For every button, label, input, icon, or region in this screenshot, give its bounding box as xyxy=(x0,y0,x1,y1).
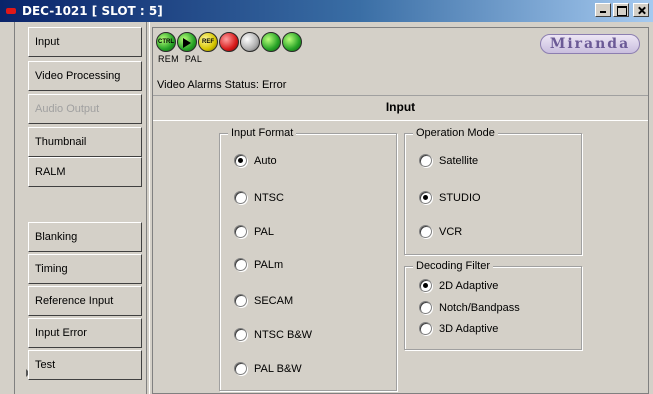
ctrl-label: CTRL xyxy=(158,39,174,45)
radio-button[interactable] xyxy=(419,301,432,314)
return-arrow-icon[interactable] xyxy=(261,32,281,52)
radio-input-format-pal-bw[interactable]: PAL B&W xyxy=(234,362,302,375)
sidebar-item-blanking[interactable]: Blanking xyxy=(28,222,142,252)
sidebar-item-audio-output: Audio Output xyxy=(28,94,142,124)
radio-label: Notch/Bandpass xyxy=(439,301,520,314)
sidebar-item-label: Audio Output xyxy=(35,103,100,115)
radio-label: 2D Adaptive xyxy=(439,279,499,292)
close-button[interactable] xyxy=(633,3,649,17)
title-bar[interactable]: DEC-1021 [ SLOT : 5] xyxy=(0,0,653,22)
operation-mode-group: Operation Mode Satellite STUDIO VCR xyxy=(404,127,582,255)
sidebar-item-input[interactable]: Input xyxy=(28,27,142,57)
radio-input-format-ntsc[interactable]: NTSC xyxy=(234,191,284,204)
radio-label: Satellite xyxy=(439,154,479,167)
sidebar-item-timing[interactable]: Timing xyxy=(28,254,142,284)
sidebar-item-test[interactable]: Test xyxy=(28,350,142,380)
minimize-button[interactable] xyxy=(595,3,611,17)
radio-button-checked[interactable] xyxy=(234,154,247,167)
radio-input-format-ntsc-bw[interactable]: NTSC B&W xyxy=(234,328,312,341)
ref-label: REF xyxy=(202,39,214,45)
decoding-filter-legend: Decoding Filter xyxy=(413,260,493,272)
sidebar-item-video-processing[interactable]: Video Processing xyxy=(28,61,142,91)
radio-label: VCR xyxy=(439,225,463,238)
radio-label: Auto xyxy=(254,154,277,167)
radio-button[interactable] xyxy=(234,294,247,307)
video-alarms-status: Video Alarms Status: Error xyxy=(153,74,648,96)
radio-label: NTSC xyxy=(254,191,284,204)
input-arrow-icon[interactable] xyxy=(177,32,197,52)
radio-button-checked[interactable] xyxy=(419,279,432,292)
radio-button[interactable] xyxy=(234,225,247,238)
application-window: DEC-1021 [ SLOT : 5] Input Video Process… xyxy=(0,0,653,394)
radio-label: 3D Adaptive xyxy=(439,322,499,335)
app-icon xyxy=(6,8,16,14)
page-title: Input xyxy=(153,96,648,118)
radio-operation-mode-studio[interactable]: STUDIO xyxy=(419,191,481,204)
maximize-button[interactable] xyxy=(613,3,629,17)
radio-label: PALm xyxy=(254,258,284,271)
sidebar-item-label: Test xyxy=(35,359,56,371)
miranda-logo: Miranda xyxy=(540,34,640,54)
radio-label: STUDIO xyxy=(439,191,481,204)
sidebar-item-label: Blanking xyxy=(35,231,78,243)
radio-operation-mode-satellite[interactable]: Satellite xyxy=(419,154,478,167)
decoding-filter-group: Decoding Filter 2D Adaptive Notch/Bandpa… xyxy=(404,260,582,350)
divider xyxy=(146,22,150,394)
radio-button[interactable] xyxy=(419,225,432,238)
sidebar-item-label: RALM xyxy=(35,166,66,178)
sidebar-item-ralm[interactable]: RALM xyxy=(28,157,142,187)
input-settings-content: Input Format Auto NTSC PAL PALm SECAM NT… xyxy=(153,120,648,393)
radio-decoding-filter-3d-adaptive[interactable]: 3D Adaptive xyxy=(419,322,498,335)
radio-label: PAL xyxy=(254,225,274,238)
window-title: DEC-1021 [ SLOT : 5] xyxy=(22,4,163,18)
operation-mode-legend: Operation Mode xyxy=(413,127,498,139)
main-panel: CTRL REF REM PAL Miranda Video Alarms Sta… xyxy=(152,27,649,394)
radio-button[interactable] xyxy=(419,322,432,335)
input-format-legend: Input Format xyxy=(228,127,297,139)
ref-status-icon[interactable]: REF xyxy=(198,32,218,52)
input-format-group: Input Format Auto NTSC PAL PALm SECAM NT… xyxy=(219,127,397,391)
radio-input-format-palm[interactable]: PALm xyxy=(234,258,283,271)
radio-label: NTSC B&W xyxy=(254,328,313,341)
audio-speaker-icon[interactable] xyxy=(240,32,260,52)
video-error-icon[interactable] xyxy=(219,32,239,52)
sidebar-item-label: Thumbnail xyxy=(35,136,87,148)
sidebar-item-thumbnail[interactable]: Thumbnail xyxy=(28,127,142,157)
radio-operation-mode-vcr[interactable]: VCR xyxy=(419,225,462,238)
status-sub-labels: REM PAL xyxy=(158,54,208,64)
collapse-strip[interactable] xyxy=(14,22,30,394)
window-controls xyxy=(595,3,649,17)
radio-button[interactable] xyxy=(234,191,247,204)
radio-label: SECAM xyxy=(254,294,294,307)
radio-decoding-filter-notch-bandpass[interactable]: Notch/Bandpass xyxy=(419,301,520,314)
sidebar-item-label: Timing xyxy=(35,263,68,275)
radio-input-format-secam[interactable]: SECAM xyxy=(234,294,293,307)
sidebar-item-label: Video Processing xyxy=(35,70,121,82)
sidebar-item-empty xyxy=(28,187,142,217)
radio-label: PAL B&W xyxy=(254,362,302,375)
sidebar-item-input-error[interactable]: Input Error xyxy=(28,318,142,348)
sidebar-item-reference-input[interactable]: Reference Input xyxy=(28,286,142,316)
radio-input-format-pal[interactable]: PAL xyxy=(234,225,274,238)
copy-layers-icon[interactable] xyxy=(282,32,302,52)
status-icon-bar: CTRL REF xyxy=(156,32,302,56)
radio-decoding-filter-2d-adaptive[interactable]: 2D Adaptive xyxy=(419,279,498,292)
radio-button-checked[interactable] xyxy=(419,191,432,204)
ctrl-status-icon[interactable]: CTRL xyxy=(156,32,176,52)
rem-label: REM xyxy=(158,54,179,64)
radio-input-format-auto[interactable]: Auto xyxy=(234,154,277,167)
pal-label: PAL xyxy=(184,54,203,64)
sidebar-item-label: Input Error xyxy=(35,327,87,339)
sidebar-item-label: Input xyxy=(35,36,60,48)
radio-button[interactable] xyxy=(234,328,247,341)
radio-button[interactable] xyxy=(234,258,247,271)
radio-button[interactable] xyxy=(419,154,432,167)
radio-button[interactable] xyxy=(234,362,247,375)
sidebar-item-label: Reference Input xyxy=(35,295,114,307)
